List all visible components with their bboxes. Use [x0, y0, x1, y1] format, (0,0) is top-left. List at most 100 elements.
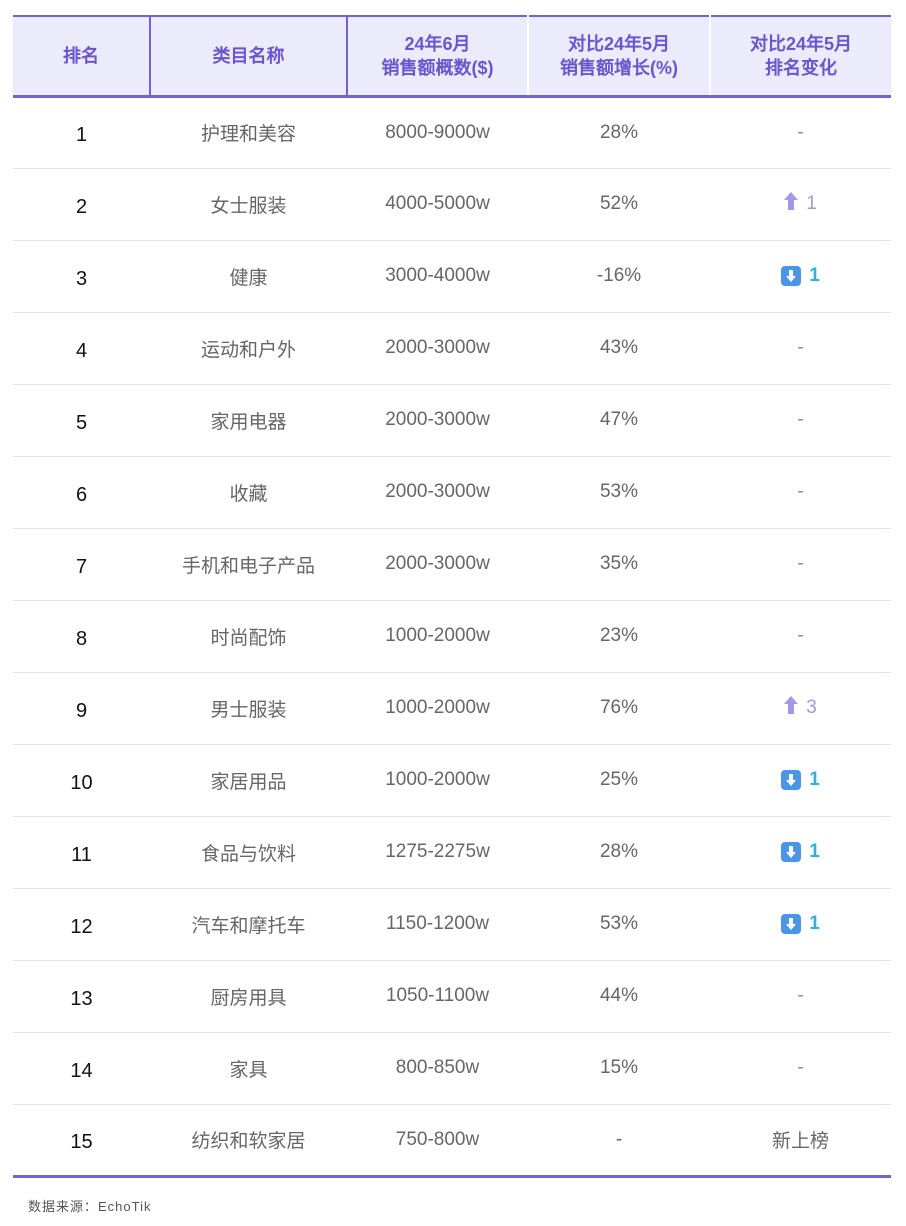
rank-change-value: 3 — [806, 697, 817, 718]
cell-growth: 25% — [528, 744, 710, 817]
cell-rank: 14 — [13, 1032, 150, 1105]
cell-growth: 35% — [528, 528, 710, 601]
cell-growth: 23% — [528, 600, 710, 673]
arrow-down-box-icon — [781, 769, 802, 790]
rank-change-value: 1 — [809, 840, 820, 862]
cell-growth: 53% — [528, 456, 710, 529]
cell-rank: 4 — [13, 312, 150, 385]
cell-category: 女士服装 — [150, 168, 347, 241]
rank-change-new: 新上榜 — [771, 1131, 829, 1152]
cell-growth: 47% — [528, 384, 710, 457]
cell-rank-change: - — [710, 960, 891, 1033]
cell-rank: 8 — [13, 600, 150, 673]
cell-category: 男士服装 — [150, 672, 347, 745]
cell-rank: 5 — [13, 384, 150, 457]
cell-rank-change: - — [710, 528, 891, 601]
ranking-table: 排名 类目名称 24年6月 销售额概数($) 对比24年5月 销售额增长(%) … — [13, 15, 891, 1178]
cell-growth: 76% — [528, 672, 710, 745]
table-row: 3 健康 3000-4000w -16% 1 — [13, 240, 891, 313]
cell-sales: 750-800w — [347, 1104, 528, 1178]
cell-category: 汽车和摩托车 — [150, 888, 347, 961]
arrow-down-box-icon — [781, 841, 802, 862]
cell-growth: 44% — [528, 960, 710, 1033]
cell-growth: 15% — [528, 1032, 710, 1105]
cell-sales: 4000-5000w — [347, 168, 528, 241]
header-category: 类目名称 — [150, 15, 348, 98]
cell-growth: 28% — [528, 816, 710, 889]
rank-down-indicator: 1 — [781, 769, 820, 791]
cell-sales: 2000-3000w — [347, 312, 528, 385]
rank-change-none: - — [797, 481, 804, 502]
cell-category: 时尚配饰 — [150, 600, 347, 673]
header-sales: 24年6月 销售额概数($) — [347, 15, 529, 98]
cell-rank-change: 1 — [710, 744, 891, 817]
rank-change-none: - — [797, 337, 804, 358]
cell-growth: 43% — [528, 312, 710, 385]
rank-up-indicator: 3 — [784, 696, 817, 720]
table-row: 14 家具 800-850w 15% - — [13, 1032, 891, 1105]
table-row: 9 男士服装 1000-2000w 76% 3 — [13, 672, 891, 745]
header-growth: 对比24年5月 销售额增长(%) — [528, 15, 711, 98]
table-row: 15 纺织和软家居 750-800w - 新上榜 — [13, 1104, 891, 1178]
cell-growth: 28% — [528, 96, 710, 169]
rank-change-value: 1 — [809, 768, 820, 790]
cell-rank-change: - — [710, 96, 891, 169]
cell-growth: 52% — [528, 168, 710, 241]
rank-change-none: - — [797, 553, 804, 574]
rank-down-indicator: 1 — [781, 913, 820, 935]
table-body: 1 护理和美容 8000-9000w 28% -2 女士服装 4000-5000w 52% 1 3… — [13, 96, 891, 1178]
cell-sales: 1000-2000w — [347, 672, 528, 745]
cell-rank-change: - — [710, 600, 891, 673]
cell-category: 家用电器 — [150, 384, 347, 457]
cell-rank: 9 — [13, 672, 150, 745]
cell-rank-change: - — [710, 384, 891, 457]
cell-sales: 1000-2000w — [347, 744, 528, 817]
arrow-up-icon — [784, 696, 799, 720]
cell-rank-change: 1 — [710, 168, 891, 241]
cell-category: 收藏 — [150, 456, 347, 529]
cell-category: 家居用品 — [150, 744, 347, 817]
table-row: 2 女士服装 4000-5000w 52% 1 — [13, 168, 891, 241]
cell-rank-change: 1 — [710, 888, 891, 961]
rank-change-value: 1 — [809, 264, 820, 286]
table-row: 8 时尚配饰 1000-2000w 23% - — [13, 600, 891, 673]
header-rank: 排名 — [13, 15, 151, 98]
cell-rank: 6 — [13, 456, 150, 529]
table-row: 1 护理和美容 8000-9000w 28% - — [13, 96, 891, 169]
rank-down-indicator: 1 — [781, 841, 820, 863]
cell-sales: 1050-1100w — [347, 960, 528, 1033]
table-row: 11 食品与饮料 1275-2275w 28% 1 — [13, 816, 891, 889]
cell-rank-change: 1 — [710, 240, 891, 313]
cell-rank: 3 — [13, 240, 150, 313]
cell-category: 食品与饮料 — [150, 816, 347, 889]
cell-sales: 2000-3000w — [347, 456, 528, 529]
rank-change-none: - — [797, 985, 804, 1006]
cell-sales: 3000-4000w — [347, 240, 528, 313]
cell-rank: 12 — [13, 888, 150, 961]
table-header-row: 排名 类目名称 24年6月 销售额概数($) 对比24年5月 销售额增长(%) … — [13, 15, 891, 98]
rank-change-none: - — [797, 1057, 804, 1078]
cell-rank-change: 3 — [710, 672, 891, 745]
rank-change-value: 1 — [809, 912, 820, 934]
table-row: 5 家用电器 2000-3000w 47% - — [13, 384, 891, 457]
cell-growth: - — [528, 1104, 710, 1178]
cell-sales: 2000-3000w — [347, 528, 528, 601]
cell-rank: 2 — [13, 168, 150, 241]
cell-rank-change: - — [710, 1032, 891, 1105]
cell-rank: 11 — [13, 816, 150, 889]
table-row: 7 手机和电子产品 2000-3000w 35% - — [13, 528, 891, 601]
rank-down-indicator: 1 — [781, 265, 820, 287]
cell-rank-change: 新上榜 — [710, 1104, 891, 1178]
cell-growth: -16% — [528, 240, 710, 313]
rank-change-none: - — [797, 625, 804, 646]
cell-sales: 1000-2000w — [347, 600, 528, 673]
rank-up-indicator: 1 — [784, 192, 817, 216]
cell-category: 运动和户外 — [150, 312, 347, 385]
arrow-down-box-icon — [781, 265, 802, 286]
ranking-table-container: 排名 类目名称 24年6月 销售额概数($) 对比24年5月 销售额增长(%) … — [13, 15, 891, 1178]
cell-rank: 13 — [13, 960, 150, 1033]
rank-change-none: - — [797, 121, 804, 143]
cell-sales: 2000-3000w — [347, 384, 528, 457]
arrow-up-icon — [784, 192, 799, 216]
cell-sales: 800-850w — [347, 1032, 528, 1105]
